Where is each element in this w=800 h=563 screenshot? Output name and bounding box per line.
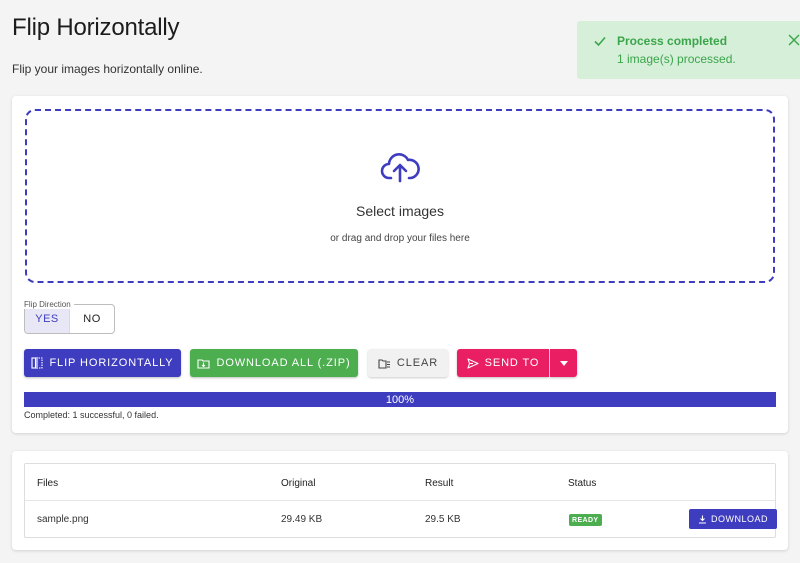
flip-direction-legend: Flip Direction [24, 300, 74, 309]
column-header-original: Original [281, 478, 316, 489]
download-all-label: DOWNLOAD ALL (.ZIP) [216, 357, 351, 369]
results-card: Files Original Result Status sample.png … [12, 451, 788, 550]
flip-button-label: FLIP HORIZONTALLY [49, 357, 174, 369]
download-button[interactable]: DOWNLOAD [689, 509, 777, 529]
dropzone-subtitle: or drag and drop your files here [330, 233, 470, 244]
status-badge: READY [569, 514, 602, 526]
close-icon[interactable] [788, 34, 800, 46]
results-table: Files Original Result Status sample.png … [24, 463, 777, 538]
progress-bar: 100% [24, 392, 776, 407]
cell-original-size: 29.49 KB [281, 514, 323, 525]
send-to-button[interactable]: SEND TO [457, 349, 549, 377]
page-title: Flip Horizontally [12, 14, 180, 41]
cell-result-size: 29.5 KB [425, 514, 461, 525]
clear-button[interactable]: CLEAR [368, 349, 448, 377]
download-button-label: DOWNLOAD [710, 514, 768, 524]
cloud-upload-icon [380, 153, 420, 183]
upload-card: Select images or drag and drop your file… [12, 96, 788, 433]
send-to-label: SEND TO [484, 357, 540, 369]
caret-down-icon [559, 360, 568, 366]
page-subtitle: Flip your images horizontally online. [12, 62, 203, 76]
check-icon [594, 36, 606, 47]
download-all-button[interactable]: DOWNLOAD ALL (.ZIP) [190, 349, 358, 377]
clear-label: CLEAR [396, 357, 439, 369]
column-header-status: Status [568, 478, 597, 489]
toast-title: Process completed [617, 34, 728, 48]
send-icon [467, 357, 479, 369]
progress-label: 100% [385, 393, 415, 406]
flip-horizontally-button[interactable]: FLIP HORIZONTALLY [24, 349, 181, 377]
clear-icon [378, 358, 390, 369]
toast-message: 1 image(s) processed. [617, 52, 736, 66]
download-icon [698, 515, 706, 524]
completion-status: Completed: 1 successful, 0 failed. [24, 410, 159, 420]
flip-icon [31, 357, 43, 369]
column-header-files: Files [37, 478, 59, 489]
column-header-result: Result [425, 478, 454, 489]
file-dropzone[interactable]: Select images or drag and drop your file… [25, 109, 775, 283]
header-divider [25, 500, 775, 501]
dropzone-title: Select images [356, 203, 444, 219]
toggle-no[interactable]: NO [70, 305, 114, 333]
success-toast: Process completed 1 image(s) processed. [577, 21, 800, 79]
cell-file-name: sample.png [37, 514, 89, 525]
folder-download-icon [197, 358, 211, 369]
toggle-yes[interactable]: YES [25, 305, 70, 333]
send-to-dropdown-button[interactable] [550, 349, 577, 377]
